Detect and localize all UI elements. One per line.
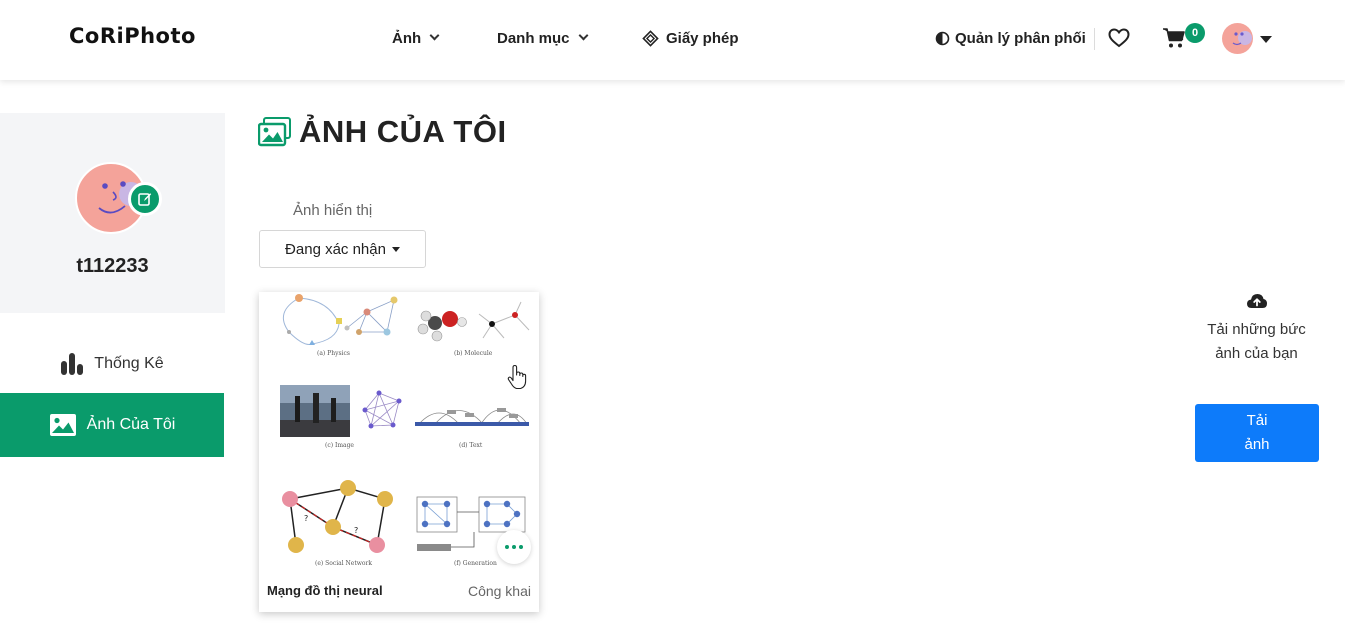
upload-button[interactable]: Tải ảnh — [1195, 404, 1319, 462]
cart-count-badge: 0 — [1185, 23, 1205, 43]
caption-text: (d) Text — [459, 442, 483, 449]
top-header: CoRiPhoto Ảnh Danh mục Giấy phép Quản lý… — [0, 0, 1345, 80]
nav-categories-label: Danh mục — [497, 30, 570, 47]
sidebar-item-label: Ảnh Của Tôi — [86, 416, 176, 433]
visibility-filter-dropdown[interactable]: Đang xác nhận — [259, 230, 426, 268]
images-icon — [258, 117, 291, 147]
page-title: ẢNH CỦA TÔI — [258, 114, 507, 150]
half-shield-icon — [935, 31, 950, 46]
caption-molecule: (b) Molecule — [454, 350, 493, 357]
dot — [505, 545, 509, 549]
question-mark: ? — [304, 514, 308, 523]
sidebar-item-stats[interactable]: Thống Kê — [0, 332, 224, 396]
chevron-down-icon — [429, 30, 440, 41]
photo-visibility: Công khai — [467, 583, 531, 599]
divider — [1094, 28, 1095, 50]
distribution-link[interactable]: Quản lý phân phối — [935, 30, 1086, 47]
cloud-upload-icon — [1247, 294, 1267, 308]
caret-down-icon[interactable] — [1260, 36, 1272, 43]
filter-label: Ảnh hiển thị — [293, 202, 373, 219]
upload-prompt: Tải những bức ảnh của bạn — [1207, 321, 1306, 362]
heart-icon[interactable] — [1108, 28, 1130, 48]
caption-physics: (a) Physics — [317, 350, 350, 357]
dot — [512, 545, 516, 549]
bar-chart-icon — [61, 353, 84, 375]
edit-avatar-button[interactable] — [128, 182, 162, 216]
caption-image: (c) Image — [325, 442, 354, 449]
nav-license[interactable]: Giấy phép — [642, 30, 739, 47]
image-icon — [49, 414, 76, 436]
diamond-icon — [642, 30, 659, 47]
hand-cursor-icon — [507, 364, 527, 390]
sidebar-item-my-photos[interactable]: Ảnh Của Tôi — [0, 393, 224, 457]
edit-icon — [138, 193, 152, 206]
chevron-down-icon — [578, 30, 588, 41]
cart-icon[interactable] — [1162, 27, 1186, 49]
photo-thumbnail[interactable]: (a) Physics (b) Molecule (c) Image (d) T… — [259, 292, 539, 574]
nav-photos[interactable]: Ảnh — [392, 30, 440, 47]
dot — [519, 545, 523, 549]
page-title-text: ẢNH CỦA TÔI — [299, 114, 507, 149]
photo-card[interactable]: (a) Physics (b) Molecule (c) Image (d) T… — [259, 292, 539, 612]
filter-selected-value: Đang xác nhận — [285, 240, 386, 258]
username: t112233 — [76, 255, 149, 277]
caption-social-network: (e) Social Network — [315, 560, 372, 567]
caret-down-icon — [391, 246, 400, 252]
caption-generation: (f) Generation — [454, 560, 497, 567]
photo-name: Mạng đồ thị neural — [267, 583, 383, 598]
avatar[interactable] — [1222, 23, 1253, 54]
nav-license-label: Giấy phép — [666, 30, 739, 47]
more-options-button[interactable] — [497, 530, 531, 564]
sidebar-item-label: Thống Kê — [94, 355, 164, 372]
logo[interactable]: CoRiPhoto — [69, 24, 196, 48]
nav-categories[interactable]: Danh mục — [497, 30, 588, 47]
distribution-label: Quản lý phân phối — [955, 30, 1086, 47]
question-mark: ? — [354, 526, 358, 535]
nav-photos-label: Ảnh — [392, 30, 422, 47]
